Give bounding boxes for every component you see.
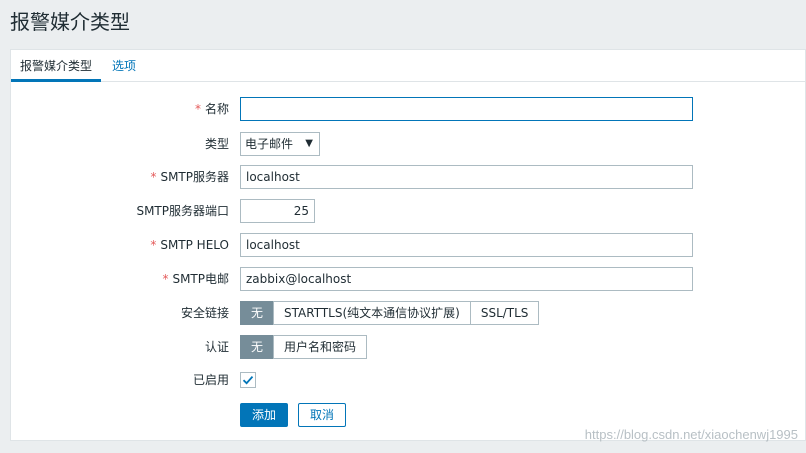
- cancel-button[interactable]: 取消: [298, 403, 347, 427]
- smtp-helo-input[interactable]: [240, 233, 693, 257]
- tab-options[interactable]: 选项: [103, 50, 145, 82]
- tab-media-type[interactable]: 报警媒介类型: [11, 50, 102, 82]
- smtp-email-label: * SMTP电邮: [162, 272, 229, 286]
- row-enabled: 已启用: [11, 368, 805, 392]
- row-smtp-helo: * SMTP HELO: [11, 233, 805, 257]
- smtp-port-label: SMTP服务器端口: [136, 204, 229, 218]
- auth-segmented: 无 用户名和密码: [240, 335, 368, 359]
- row-smtp-email: * SMTP电邮: [11, 267, 805, 291]
- security-label: 安全链接: [180, 306, 229, 320]
- security-option-starttls[interactable]: STARTTLS(纯文本通信协议扩展): [273, 301, 471, 325]
- smtp-helo-label: * SMTP HELO: [150, 238, 229, 252]
- watermark: https://blog.csdn.net/xiaochenwj1995: [584, 427, 798, 442]
- name-label: * 名称: [194, 102, 229, 116]
- auth-option-username-password[interactable]: 用户名和密码: [273, 335, 368, 359]
- row-type: 类型 电子邮件 ▼: [11, 132, 805, 156]
- row-auth: 认证 无 用户名和密码: [11, 335, 805, 359]
- smtp-port-input[interactable]: [240, 199, 315, 223]
- required-mark: *: [150, 238, 157, 252]
- type-label: 类型: [204, 137, 229, 151]
- smtp-email-input[interactable]: [240, 267, 693, 291]
- row-smtp-port: SMTP服务器端口: [11, 199, 805, 223]
- row-security: 安全链接 无 STARTTLS(纯文本通信协议扩展) SSL/TLS: [11, 301, 805, 325]
- smtp-server-label: * SMTP服务器: [150, 170, 229, 184]
- required-mark: *: [162, 272, 169, 286]
- required-mark: *: [150, 170, 157, 184]
- security-option-ssl-tls[interactable]: SSL/TLS: [469, 301, 540, 325]
- required-mark: *: [194, 102, 201, 116]
- check-icon: [242, 376, 254, 385]
- auth-option-none[interactable]: 无: [240, 335, 275, 359]
- tab-bar: 报警媒介类型 选项: [11, 50, 805, 82]
- row-smtp-server: * SMTP服务器: [11, 165, 805, 189]
- type-select-value: 电子邮件: [245, 137, 294, 151]
- auth-label: 认证: [204, 340, 229, 354]
- page-title: 报警媒介类型: [10, 10, 130, 34]
- name-input[interactable]: [240, 97, 693, 121]
- enabled-checkbox[interactable]: [240, 372, 256, 388]
- row-name: * 名称: [11, 97, 805, 121]
- security-option-none[interactable]: 无: [240, 301, 275, 325]
- enabled-label: 已启用: [192, 373, 229, 387]
- add-button[interactable]: 添加: [240, 403, 289, 427]
- form-panel: 报警媒介类型 选项 *名称 类型 电子邮件 ▼ *SMTP服务器 SMTP服务器…: [10, 49, 806, 441]
- dropdown-arrow-icon: ▼: [305, 138, 313, 149]
- smtp-server-input[interactable]: [240, 165, 693, 189]
- type-select[interactable]: 电子邮件 ▼: [240, 132, 320, 156]
- security-segmented: 无 STARTTLS(纯文本通信协议扩展) SSL/TLS: [240, 301, 540, 325]
